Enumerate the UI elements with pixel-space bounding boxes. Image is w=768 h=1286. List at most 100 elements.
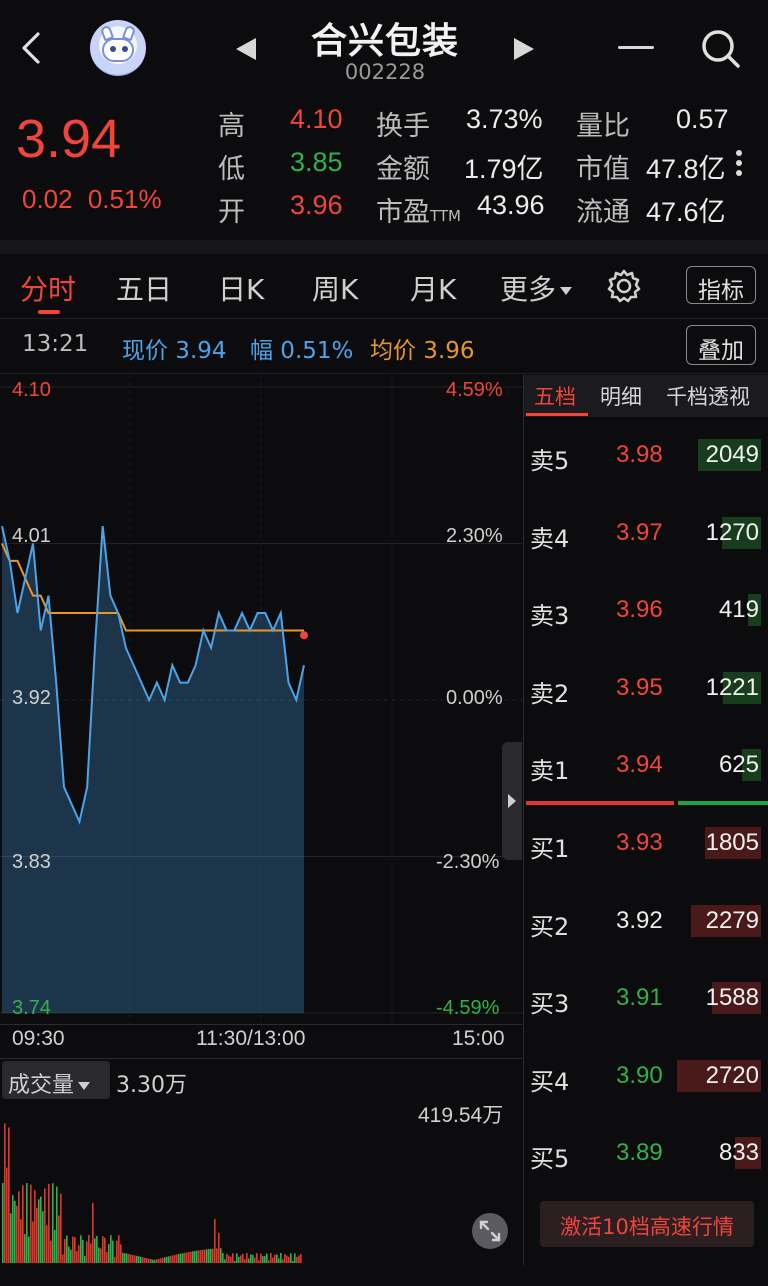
- overlay-button[interactable]: 叠加: [686, 325, 756, 365]
- ask-level-label: 卖2: [530, 679, 570, 708]
- previous-stock-icon[interactable]: [234, 36, 258, 62]
- time-label-open: 09:30: [12, 1027, 65, 1050]
- price-axis-label-top: 4.10: [12, 379, 51, 401]
- minimize-icon[interactable]: [618, 46, 654, 49]
- volume-bar: [174, 1254, 176, 1263]
- volume-bar: [60, 1193, 62, 1263]
- back-arrow-icon[interactable]: [14, 26, 48, 70]
- volume-bar: [252, 1254, 254, 1263]
- tab-more[interactable]: 更多: [500, 268, 573, 308]
- ask-level-label: 卖5: [530, 447, 570, 475]
- volume-bar: [22, 1185, 24, 1263]
- volume-bar: [160, 1258, 162, 1263]
- volume-bar: [206, 1249, 208, 1263]
- volume-bar: [274, 1254, 276, 1263]
- tab-monthly-k[interactable]: 月K: [410, 268, 456, 308]
- tab-five-day[interactable]: 五日: [116, 268, 172, 308]
- bid-price: 3.91: [616, 984, 663, 1011]
- ask-row[interactable]: 卖1 3.94 625: [524, 747, 768, 787]
- info-row: 13:21 现价 3.94 幅 0.51% 均价 3.96 叠加: [0, 318, 768, 374]
- intraday-chart[interactable]: 4.10 4.01 3.92 3.83 3.74 4.59% 2.30% 0.0…: [0, 375, 522, 1025]
- volume-bar: [188, 1252, 190, 1263]
- volume-bar: [268, 1260, 270, 1263]
- ask-row[interactable]: 卖3 3.96 419: [524, 592, 768, 632]
- tab-daily-k[interactable]: 日K: [218, 268, 264, 308]
- indicator-button[interactable]: 指标: [686, 266, 756, 304]
- volume-bar: [82, 1239, 84, 1263]
- volume-bar: [68, 1246, 70, 1263]
- gear-icon[interactable]: [606, 268, 642, 304]
- volume-bar: [144, 1257, 146, 1263]
- bid-row[interactable]: 买2 3.92 2279: [524, 903, 768, 943]
- volume-bar: [132, 1254, 134, 1263]
- section-divider: [0, 240, 768, 254]
- volume-bar: [38, 1199, 40, 1263]
- avatar[interactable]: [90, 20, 146, 76]
- volume-bar: [88, 1235, 90, 1263]
- bid-row[interactable]: 买5 3.89 833: [524, 1135, 768, 1175]
- search-icon[interactable]: [700, 28, 742, 70]
- volume-bar: [146, 1258, 148, 1263]
- amplitude-readout: 幅 0.51%: [250, 338, 354, 364]
- pct-axis-label-mid: 0.00%: [446, 687, 503, 709]
- volume-bar: [286, 1255, 288, 1263]
- bid-quantity: 1588: [705, 984, 759, 1011]
- fullscreen-icon[interactable]: [472, 1213, 508, 1249]
- volume-bar: [254, 1257, 256, 1263]
- stat-value-amount: 1.79亿: [464, 154, 544, 184]
- volume-bar: [14, 1201, 16, 1263]
- bid-quantity: 833: [718, 1139, 759, 1166]
- volume-bar: [238, 1256, 240, 1263]
- ask-level-label: 卖3: [530, 602, 570, 630]
- volume-bar: [62, 1254, 64, 1263]
- volume-indicator-selector[interactable]: 成交量: [2, 1061, 110, 1099]
- volume-bar: [296, 1256, 298, 1263]
- volume-bar: [184, 1252, 186, 1263]
- more-vertical-icon[interactable]: [736, 150, 744, 180]
- bid-row[interactable]: 买4 3.90 2720: [524, 1058, 768, 1098]
- volume-bar: [190, 1251, 192, 1263]
- volume-bar: [94, 1238, 96, 1263]
- bid-level-label: 买1: [530, 835, 570, 863]
- stat-label-low: 低: [218, 154, 245, 185]
- bid-level-label: 买2: [530, 912, 570, 941]
- bid-row[interactable]: 买1 3.93 1805: [524, 825, 768, 865]
- volume-bar: [76, 1250, 78, 1263]
- volume-bar: [12, 1195, 14, 1263]
- volume-bar: [198, 1250, 200, 1263]
- volume-bar: [102, 1236, 104, 1263]
- volume-bar: [116, 1240, 118, 1263]
- time-axis: 09:30 11:30/13:00 15:00: [0, 1024, 522, 1056]
- tab-intraday[interactable]: 分时: [20, 268, 76, 308]
- expand-panel-tab[interactable]: [502, 742, 522, 860]
- activate-l2-button[interactable]: 激活10档高速行情: [540, 1201, 754, 1247]
- next-stock-icon[interactable]: [512, 36, 536, 62]
- volume-bar: [98, 1247, 100, 1263]
- volume-bar: [224, 1259, 226, 1263]
- stat-value-turnover: 3.73%: [466, 104, 543, 134]
- volume-bar: [110, 1235, 112, 1263]
- tab-five-levels[interactable]: 五档: [534, 381, 576, 411]
- ask-row[interactable]: 卖2 3.95 1221: [524, 670, 768, 710]
- tab-weekly-k[interactable]: 周K: [312, 268, 358, 308]
- bid-row[interactable]: 买3 3.91 1588: [524, 980, 768, 1020]
- volume-bar: [290, 1253, 292, 1263]
- ask-level-label: 卖4: [530, 524, 570, 553]
- ask-row[interactable]: 卖4 3.97 1270: [524, 515, 768, 555]
- volume-bar: [140, 1256, 142, 1263]
- volume-bar: [236, 1253, 238, 1263]
- bid-quantity: 1805: [705, 829, 759, 856]
- volume-bar: [242, 1253, 244, 1263]
- pct-axis-label-top: 4.59%: [446, 379, 503, 401]
- tab-depth-view[interactable]: 千档透视: [666, 381, 750, 411]
- volume-bar: [156, 1259, 158, 1263]
- volume-bar: [134, 1255, 136, 1263]
- volume-bar: [52, 1183, 54, 1263]
- volume-bar: [126, 1253, 128, 1263]
- stat-label-open: 开: [218, 197, 245, 228]
- pct-axis-label-4: -2.30%: [436, 851, 500, 873]
- tab-trade-details[interactable]: 明细: [600, 381, 642, 411]
- ask-row[interactable]: 卖5 3.98 2049: [524, 437, 768, 477]
- volume-bar: [34, 1190, 36, 1263]
- pct-axis-label-2: 2.30%: [446, 525, 503, 547]
